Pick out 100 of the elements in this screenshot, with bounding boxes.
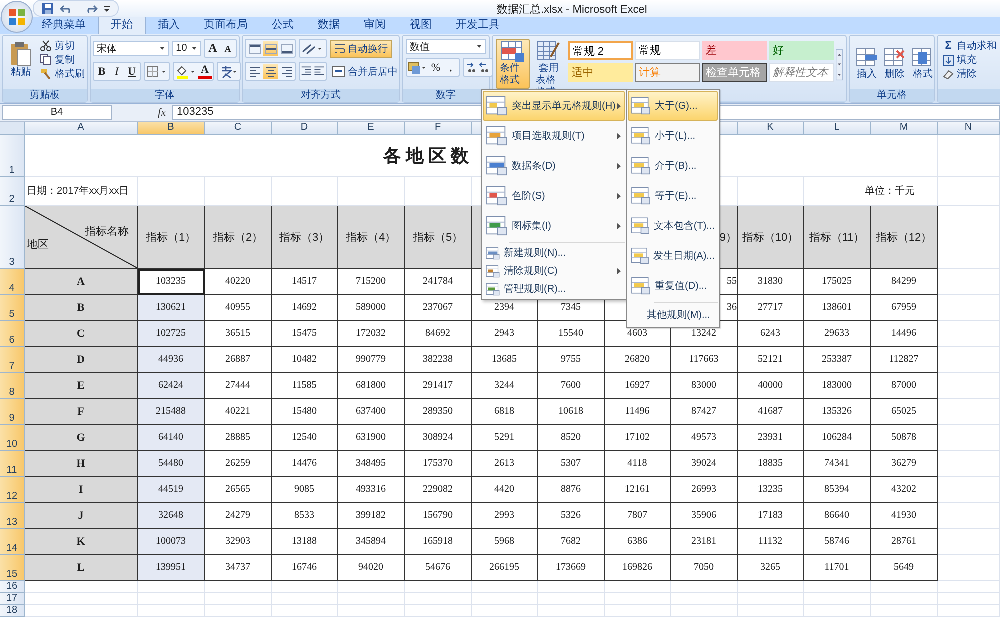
font-name-field[interactable]: 宋体 (93, 41, 170, 56)
row-header[interactable]: 17 (0, 593, 25, 605)
row-header[interactable]: 10 (0, 425, 25, 451)
column-header[interactable]: E (338, 122, 405, 135)
ribbon-tab[interactable]: 开始 (98, 15, 146, 34)
accounting-icon[interactable] (408, 60, 428, 74)
table-cell: 308924 (405, 425, 472, 451)
rule-table-icon (486, 96, 508, 116)
paste-button[interactable]: 粘贴 (6, 39, 36, 81)
editing-button[interactable]: Σ 自动求和 (941, 39, 999, 53)
menu-item[interactable]: 色阶(S) (483, 181, 625, 211)
editing-button[interactable]: 清除 (941, 67, 999, 81)
menu-item[interactable]: 新建规则(N)... (483, 244, 625, 262)
column-header[interactable]: M (871, 122, 938, 135)
ribbon-tab[interactable]: 开发工具 (444, 16, 512, 34)
menu-item[interactable]: 突出显示单元格规则(H) (483, 91, 625, 121)
ribbon-tab[interactable]: 插入 (146, 16, 192, 34)
row-header[interactable]: 14 (0, 529, 25, 555)
clipboard-action-button[interactable]: 复制 (38, 53, 87, 67)
clipboard-action-button[interactable]: 剪切 (38, 39, 87, 53)
merge-center-button[interactable]: 合并后居中 (330, 64, 400, 78)
clipboard-action-button[interactable]: 格式刷 (38, 67, 87, 81)
cell-style-option[interactable]: 适中 (568, 63, 633, 82)
row-header[interactable]: 2 (0, 177, 25, 206)
ribbon-tab[interactable]: 视图 (398, 16, 444, 34)
column-header[interactable]: N (938, 122, 1000, 135)
editing-button[interactable]: 填充 (941, 53, 999, 67)
name-box[interactable]: B4 (2, 105, 112, 120)
menu-item[interactable]: 清除规则(C) (483, 262, 625, 280)
row-header[interactable]: 7 (0, 347, 25, 373)
decimal-arrows-icon[interactable] (465, 60, 491, 74)
menu-item[interactable]: 大于(G)... (628, 91, 718, 121)
row-header[interactable]: 4 (0, 269, 25, 295)
font-size-field[interactable]: 10 (172, 41, 201, 56)
menu-item[interactable]: 项目选取规则(T) (483, 121, 625, 151)
menu-item[interactable]: 介于(B)... (628, 151, 718, 181)
row-header[interactable]: 15 (0, 555, 25, 581)
column-header[interactable]: A (25, 122, 138, 135)
bold-button[interactable]: B (95, 64, 109, 79)
column-header[interactable]: K (738, 122, 804, 135)
ribbon-tab[interactable]: 数据 (306, 16, 352, 34)
horizontal-align-button[interactable] (263, 64, 278, 79)
row-header[interactable]: 16 (0, 581, 25, 593)
cell-style-option[interactable]: 差 (702, 41, 767, 60)
column-header[interactable]: F (405, 122, 472, 135)
rule-table-icon (486, 126, 508, 146)
ribbon-tab[interactable]: 页面布局 (192, 16, 260, 34)
percent-button[interactable]: % (429, 60, 443, 75)
menu-item[interactable]: 管理规则(R)... (483, 280, 625, 298)
cell-style-option[interactable]: 常规 (634, 41, 700, 60)
italic-button[interactable]: I (110, 64, 124, 79)
menu-item[interactable]: 小于(L)... (628, 121, 718, 151)
insert-function-button[interactable]: fx (154, 106, 170, 118)
row-header[interactable]: 8 (0, 373, 25, 399)
ribbon-tab[interactable]: 公式 (260, 16, 306, 34)
customize-toolbar-icon[interactable] (104, 4, 110, 12)
row-header[interactable]: 18 (0, 605, 25, 617)
row-header[interactable]: 5 (0, 295, 25, 321)
column-header[interactable]: B (138, 122, 205, 135)
ribbon-tab[interactable]: 经典菜单 (30, 16, 98, 34)
cells-button[interactable]: 删除 (881, 45, 909, 83)
indent-icons[interactable] (301, 66, 325, 77)
vertical-align-button[interactable] (279, 41, 294, 56)
fill-color-icon[interactable] (175, 64, 197, 78)
row-header[interactable]: 11 (0, 451, 25, 477)
conditional-format-button[interactable]: 条件格式 (496, 39, 530, 89)
grow-font-button[interactable]: A (206, 41, 220, 56)
vertical-align-button[interactable] (263, 41, 278, 56)
row-header[interactable]: 12 (0, 477, 25, 503)
underline-button[interactable]: U (125, 64, 139, 79)
cell-style-option[interactable]: 好 (768, 41, 834, 60)
borders-icon[interactable] (146, 64, 168, 78)
wrap-lines-icon (334, 44, 346, 54)
column-header[interactable]: C (205, 122, 272, 135)
cell-style-option[interactable]: 常规 2 (568, 41, 633, 60)
comma-button[interactable]: , (444, 60, 458, 75)
menu-item[interactable]: 图标集(I) (483, 211, 625, 241)
shrink-font-button[interactable]: A (221, 41, 235, 56)
row-header[interactable]: 6 (0, 321, 25, 347)
text-orientation-icon[interactable] (301, 42, 325, 56)
unit-text: 单位：千元 (865, 184, 915, 198)
vertical-align-button[interactable] (247, 41, 262, 56)
cell-style-option[interactable]: 解释性文本 (768, 63, 834, 82)
wrap-text-button[interactable]: 自动换行 (330, 40, 392, 58)
column-header[interactable]: D (272, 122, 338, 135)
number-format-field[interactable]: 数值 (406, 39, 486, 54)
cells-button[interactable]: 格式 (909, 45, 937, 83)
cells-button[interactable]: 插入 (853, 45, 881, 83)
save-icon[interactable] (42, 2, 54, 14)
menu-item[interactable]: 数据条(D) (483, 151, 625, 181)
phonetic-icon[interactable] (219, 64, 239, 78)
column-header[interactable]: L (804, 122, 871, 135)
row-header[interactable]: 3 (0, 206, 25, 269)
table-cell: 15475 (272, 321, 338, 347)
row-header[interactable]: 1 (0, 135, 25, 177)
row-header[interactable]: 9 (0, 399, 25, 425)
table-cell: 5968 (472, 529, 538, 555)
row-header[interactable]: 13 (0, 503, 25, 529)
empty-cell (938, 581, 1000, 593)
ribbon-tab[interactable]: 审阅 (352, 16, 398, 34)
